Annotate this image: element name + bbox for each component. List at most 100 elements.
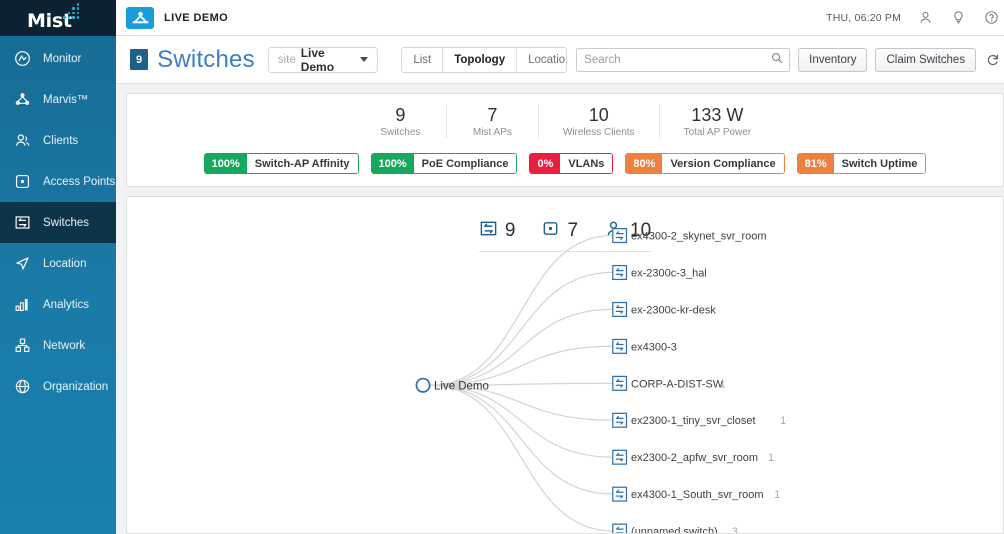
org-logo-icon[interactable]: [126, 7, 154, 29]
compliance-badges: 100% Switch-AP Affinity 100% PoE Complia…: [127, 153, 1003, 174]
sidebar-item-label: Clients: [43, 135, 78, 147]
badge-percent: 100%: [372, 154, 414, 173]
search-box[interactable]: [576, 48, 790, 72]
topology-node-label: ex-2300c-3_hal: [631, 267, 707, 279]
topology-edge: [430, 272, 613, 385]
topology-root-node[interactable]: Live Demo: [416, 379, 488, 393]
topology-switch-node[interactable]: CORP-A-DIST-SW1: [613, 376, 726, 390]
stat-label: Total AP Power: [684, 127, 752, 138]
main-area: LIVE DEMO THU, 06:20 PM 9 Switches site …: [116, 0, 1004, 534]
sidebar-item-label: Organization: [43, 381, 108, 393]
stat-wireless-clients: 10 Wireless Clients: [539, 105, 660, 138]
badge-vlans[interactable]: 0% VLANs: [529, 153, 613, 174]
switch-count-badge: 9: [130, 49, 148, 70]
search-input[interactable]: [584, 54, 771, 66]
organization-globe-icon: [13, 377, 32, 396]
top-bar: LIVE DEMO THU, 06:20 PM: [116, 0, 1004, 36]
summary-card: 9 Switches 7 Mist APs 10 Wireless Client…: [126, 93, 1004, 187]
switch-icon: [613, 266, 627, 280]
sidebar-item-label: Network: [43, 340, 85, 352]
switch-icon: [613, 450, 627, 464]
sidebar-item-label: Switches: [43, 217, 89, 229]
topology-edge: [430, 235, 613, 385]
sidebar-item-location[interactable]: Location: [0, 243, 116, 284]
topology-switch-node[interactable]: ex2300-1_tiny_svr_closet1: [613, 413, 786, 427]
stat-mist-aps: 7 Mist APs: [447, 105, 539, 138]
sidebar-item-label: Access Points: [43, 176, 115, 188]
search-icon[interactable]: [771, 51, 783, 69]
topology-graph[interactable]: ex4300-2_skynet_svr_room ex-2300c-3_halex…: [127, 197, 1003, 533]
tab-location[interactable]: Location: [517, 48, 567, 72]
sidebar-item-organization[interactable]: Organization: [0, 366, 116, 407]
topology-node-label: ex4300-2_skynet_svr_room: [631, 230, 767, 242]
badge-switch-ap-affinity[interactable]: 100% Switch-AP Affinity: [204, 153, 359, 174]
stat-switches: 9 Switches: [355, 105, 447, 138]
badge-poe-compliance[interactable]: 100% PoE Compliance: [371, 153, 518, 174]
badge-percent: 100%: [205, 154, 247, 173]
mist-logo[interactable]: Mist: [0, 0, 116, 36]
help-question-icon[interactable]: [982, 9, 1000, 27]
clock: THU, 06:20 PM: [826, 12, 901, 24]
topology-switch-node[interactable]: ex-2300c-kr-desk: [613, 303, 717, 317]
switch-icon: [613, 376, 627, 390]
mist-logo-dots-icon: [63, 3, 85, 20]
topology-node-label: ex4300-1_South_svr_room: [631, 489, 763, 501]
topology-node-label: (unnamed switch): [631, 526, 718, 533]
topbar-actions: THU, 06:20 PM: [826, 9, 1000, 27]
toolbar-right: Inventory Claim Switches: [576, 48, 1002, 72]
analytics-bars-icon: [13, 295, 32, 314]
sidebar: Mist Monit: [0, 0, 116, 534]
sidebar-item-label: Marvis™: [43, 94, 88, 106]
sidebar-item-network[interactable]: Network: [0, 325, 116, 366]
badge-name: PoE Compliance: [414, 154, 517, 173]
root-label: Live Demo: [434, 380, 489, 392]
marvis-network-icon: [13, 90, 32, 109]
topology-edge: [430, 385, 613, 531]
inventory-button[interactable]: Inventory: [798, 48, 867, 72]
site-value: Live Demo: [301, 46, 353, 74]
refresh-icon[interactable]: [984, 53, 1002, 67]
topology-switch-node[interactable]: ex4300-1_South_svr_room 1: [613, 487, 780, 501]
lightbulb-idea-icon[interactable]: [949, 9, 967, 27]
topology-switch-node[interactable]: (unnamed switch)3: [613, 524, 738, 533]
site-selector[interactable]: site Live Demo: [268, 47, 379, 73]
monitor-gauge-icon: [13, 49, 32, 68]
topology-switch-node[interactable]: ex4300-2_skynet_svr_room: [613, 229, 767, 243]
sidebar-item-marvis[interactable]: Marvis™: [0, 79, 116, 120]
stat-value: 133 W: [684, 105, 752, 126]
topology-switch-node[interactable]: ex2300-2_apfw_svr_room1: [613, 450, 774, 464]
topology-switch-node[interactable]: ex-2300c-3_hal: [613, 266, 707, 280]
topology-node-count: 1: [768, 452, 774, 464]
clients-people-icon: [13, 131, 32, 150]
sidebar-item-clients[interactable]: Clients: [0, 120, 116, 161]
switch-icon: [613, 303, 627, 317]
switch-icon: [613, 413, 627, 427]
sidebar-nav: Monitor Marvis™ Clients Access Points: [0, 36, 116, 407]
tab-list[interactable]: List: [402, 48, 443, 72]
sidebar-item-monitor[interactable]: Monitor: [0, 38, 116, 79]
stat-value: 10: [563, 105, 635, 126]
switch-icon: [613, 487, 627, 501]
badge-percent: 81%: [798, 154, 834, 173]
sidebar-item-label: Analytics: [43, 299, 89, 311]
stats-row: 9 Switches 7 Mist APs 10 Wireless Client…: [127, 105, 1003, 138]
sidebar-item-label: Location: [43, 258, 86, 270]
sidebar-item-access-points[interactable]: Access Points: [0, 161, 116, 202]
badge-switch-uptime[interactable]: 81% Switch Uptime: [797, 153, 927, 174]
badge-name: VLANs: [560, 154, 612, 173]
stat-label: Mist APs: [471, 127, 514, 138]
claim-switches-button[interactable]: Claim Switches: [875, 48, 976, 72]
badge-name: Version Compliance: [662, 154, 783, 173]
badge-version-compliance[interactable]: 80% Version Compliance: [625, 153, 784, 174]
sidebar-item-analytics[interactable]: Analytics: [0, 284, 116, 325]
view-tabs: List Topology Location: [401, 47, 567, 73]
page-toolbar: 9 Switches site Live Demo List Topology …: [116, 36, 1004, 84]
topology-switch-node[interactable]: ex4300-3: [613, 339, 677, 353]
tab-topology[interactable]: Topology: [443, 48, 517, 72]
badge-name: Switch Uptime: [834, 154, 926, 173]
sidebar-item-switches[interactable]: Switches: [0, 202, 116, 243]
user-account-icon[interactable]: [916, 9, 934, 27]
topology-node-count: 1: [774, 489, 780, 501]
root-circle-icon: [416, 379, 429, 392]
topology-node-count: 1: [720, 378, 726, 390]
